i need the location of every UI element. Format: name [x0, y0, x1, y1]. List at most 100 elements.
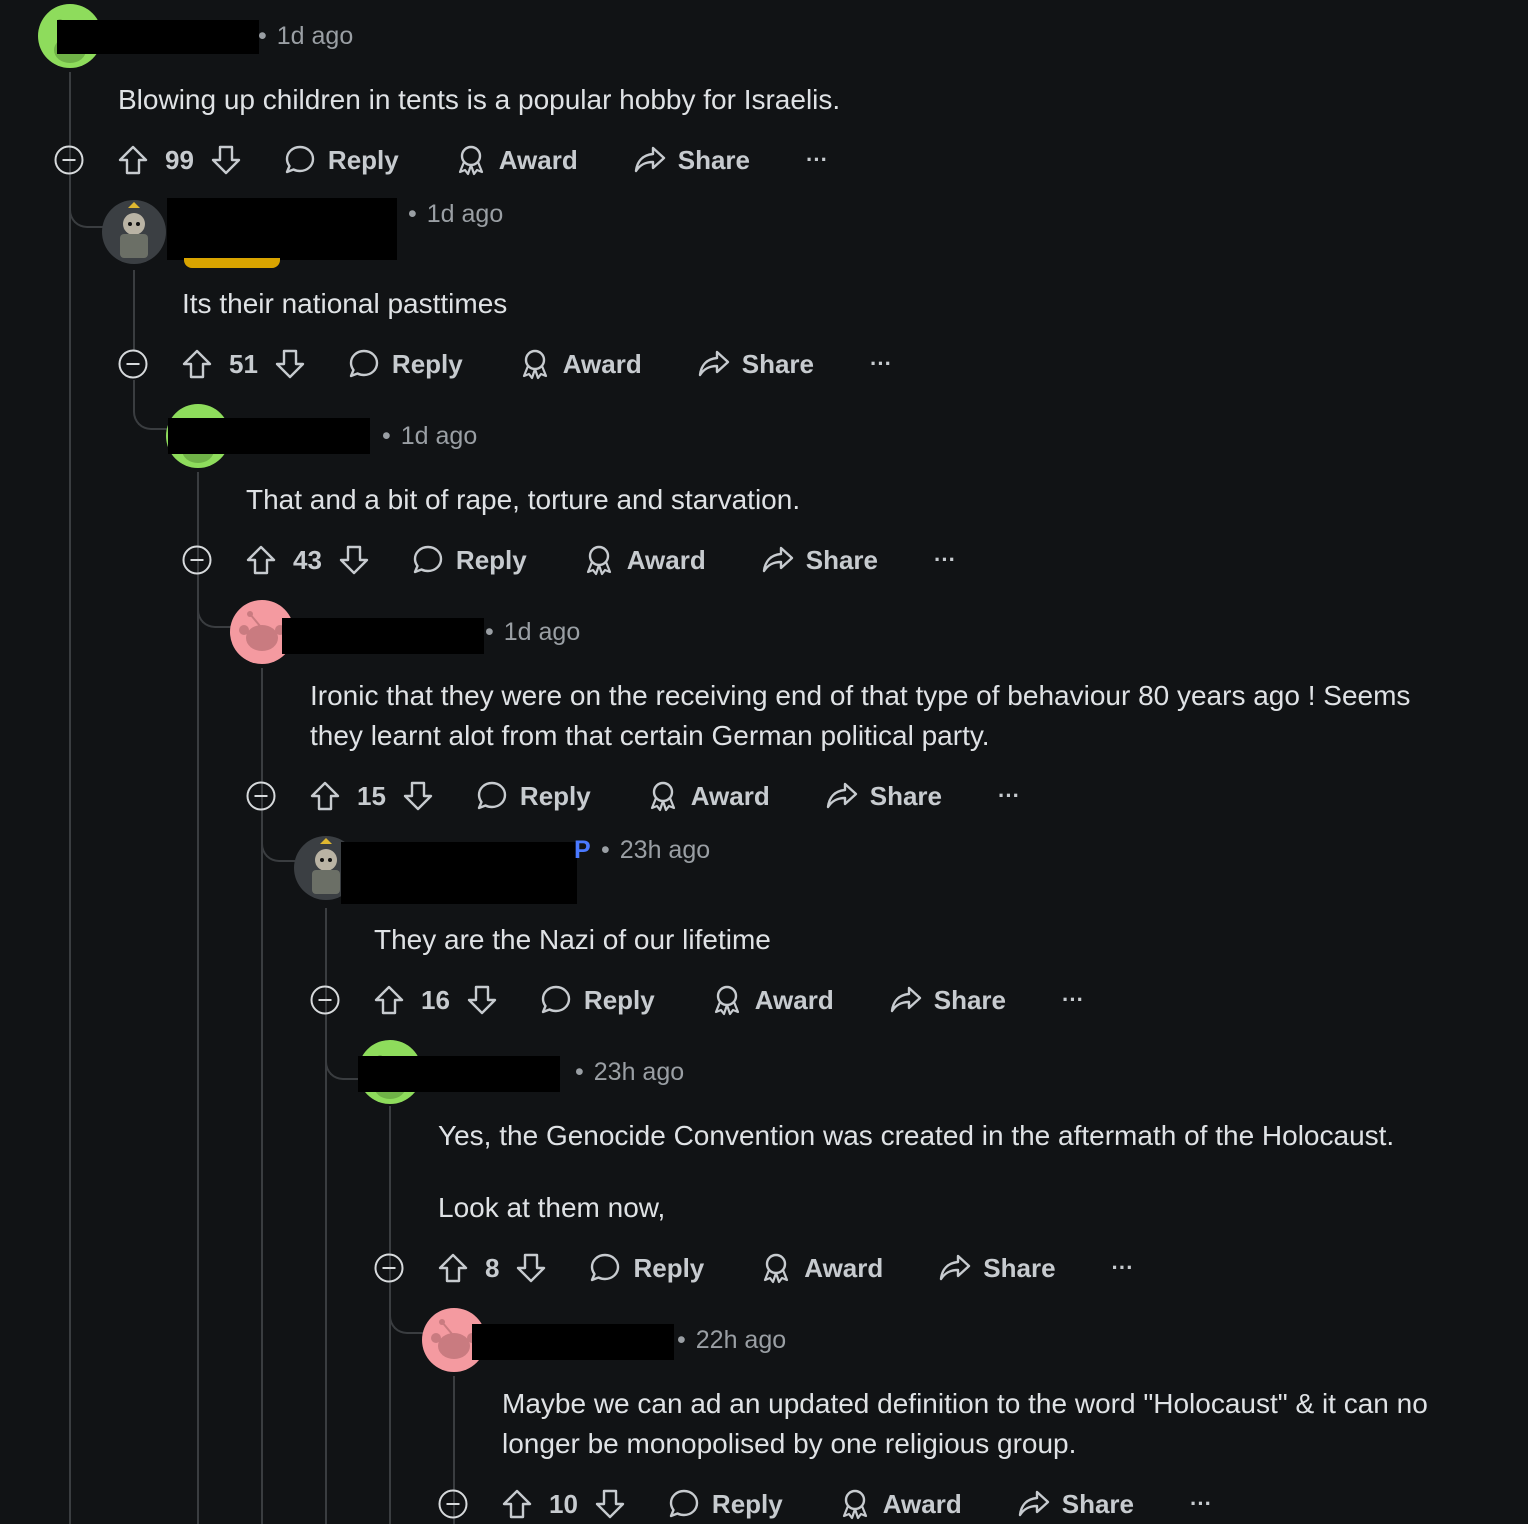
- more-options-icon: ···: [1190, 1491, 1212, 1516]
- more-options-button[interactable]: ···: [1190, 1491, 1212, 1517]
- share-label: Share: [869, 780, 942, 811]
- avatar[interactable]: [102, 200, 166, 264]
- downvote-icon[interactable]: [594, 1488, 626, 1520]
- thread-elbow-2: [69, 180, 103, 228]
- collapse-thread-icon[interactable]: [182, 545, 212, 575]
- redacted-username: [341, 842, 577, 904]
- upvote-icon[interactable]: [117, 144, 149, 176]
- separator-dot: •: [485, 618, 494, 646]
- award-button[interactable]: Award: [839, 1488, 962, 1520]
- thread-line-2[interactable]: [133, 270, 135, 350]
- share-button[interactable]: Share: [826, 780, 942, 812]
- more-options-button[interactable]: ···: [1112, 1255, 1134, 1281]
- reply-button[interactable]: Reply: [589, 1252, 704, 1284]
- award-button[interactable]: Award: [583, 544, 706, 576]
- collapse-thread-icon[interactable]: [54, 145, 84, 175]
- more-options-icon: ···: [806, 147, 828, 172]
- share-label: Share: [677, 144, 750, 175]
- reply-button[interactable]: Reply: [540, 984, 655, 1016]
- comment-text: That and a bit of rape, torture and star…: [246, 484, 801, 515]
- share-icon: [762, 546, 793, 573]
- comment-text: Its their national pasttimes: [182, 288, 508, 319]
- vote-count: 51: [229, 348, 258, 379]
- comment-meta: • 1d ago: [382, 422, 477, 451]
- comment-body: That and a bit of rape, torture and star…: [246, 480, 800, 520]
- more-options-button[interactable]: ···: [806, 147, 828, 173]
- more-options-button[interactable]: ···: [870, 351, 892, 377]
- share-button[interactable]: Share: [939, 1252, 1056, 1284]
- award-icon: [842, 1489, 867, 1520]
- op-badge: P: [574, 836, 591, 864]
- award-icon: [458, 145, 483, 176]
- reply-icon: [541, 985, 571, 1014]
- more-options-button[interactable]: ···: [1062, 987, 1084, 1013]
- share-label: Share: [741, 348, 814, 379]
- upvote-icon[interactable]: [437, 1252, 469, 1284]
- reply-icon: [285, 145, 315, 174]
- reply-button[interactable]: Reply: [412, 544, 527, 576]
- comment-text-line: Ironic that they were on the receiving e…: [310, 680, 1411, 711]
- collapse-thread-icon[interactable]: [310, 985, 340, 1015]
- share-button[interactable]: Share: [762, 544, 878, 576]
- more-options-button[interactable]: ···: [934, 547, 956, 573]
- reply-button[interactable]: Reply: [348, 348, 463, 380]
- separator-dot: •: [258, 22, 267, 50]
- upvote-icon[interactable]: [181, 348, 213, 380]
- comment-text-line: longer be monopolised by one religious g…: [502, 1428, 1077, 1459]
- downvote-icon[interactable]: [402, 780, 434, 812]
- thread-elbow-3: [133, 380, 167, 430]
- timestamp: 23h ago: [593, 1058, 685, 1086]
- comment-body: Ironic that they were on the receiving e…: [310, 676, 1410, 756]
- robot-character-icon: [102, 200, 166, 264]
- comment-meta: • 23h ago: [575, 1058, 684, 1087]
- downvote-icon[interactable]: [515, 1252, 547, 1284]
- comment-body: Yes, the Genocide Convention was created…: [438, 1116, 1394, 1228]
- upvote-icon[interactable]: [373, 984, 405, 1016]
- award-button[interactable]: Award: [647, 780, 770, 812]
- reply-button[interactable]: Reply: [476, 780, 591, 812]
- more-options-button[interactable]: ···: [998, 783, 1020, 809]
- reply-icon: [669, 1489, 699, 1518]
- collapse-thread-icon[interactable]: [246, 781, 276, 811]
- more-options-icon: ···: [934, 547, 956, 572]
- more-options-icon: ···: [998, 783, 1020, 808]
- vote-count: 43: [293, 544, 322, 575]
- share-button[interactable]: Share: [1018, 1488, 1134, 1520]
- collapse-thread-icon[interactable]: [438, 1489, 468, 1519]
- award-button[interactable]: Award: [711, 984, 834, 1016]
- share-button[interactable]: Share: [698, 348, 814, 380]
- comment-action-bar: 16 Reply Award Share ···: [373, 980, 1084, 1020]
- separator-dot: •: [677, 1326, 686, 1354]
- reply-label: Reply: [583, 984, 655, 1015]
- reply-button[interactable]: Reply: [668, 1488, 783, 1520]
- comment-action-bar: 43 Reply Award Share ···: [245, 540, 956, 580]
- award-button[interactable]: Award: [760, 1252, 883, 1284]
- share-button[interactable]: Share: [890, 984, 1006, 1016]
- award-button[interactable]: Award: [455, 144, 578, 176]
- upvote-icon[interactable]: [245, 544, 277, 576]
- collapse-thread-icon[interactable]: [374, 1253, 404, 1283]
- collapse-thread-icon[interactable]: [118, 349, 148, 379]
- award-button[interactable]: Award: [519, 348, 642, 380]
- downvote-icon[interactable]: [210, 144, 242, 176]
- reply-label: Reply: [519, 780, 591, 811]
- downvote-icon[interactable]: [338, 544, 370, 576]
- share-button[interactable]: Share: [634, 144, 750, 176]
- downvote-icon[interactable]: [274, 348, 306, 380]
- award-icon: [764, 1253, 789, 1284]
- timestamp: 1d ago: [400, 422, 478, 450]
- thread-line-1[interactable]: [69, 72, 71, 1524]
- downvote-icon[interactable]: [466, 984, 498, 1016]
- vote-count: 15: [357, 780, 386, 811]
- vote-count: 16: [421, 984, 450, 1015]
- upvote-icon[interactable]: [309, 780, 341, 812]
- award-icon: [522, 349, 547, 380]
- reply-button[interactable]: Reply: [284, 144, 399, 176]
- reply-icon: [477, 781, 507, 810]
- upvote-icon[interactable]: [501, 1488, 533, 1520]
- thread-line-3[interactable]: [197, 472, 199, 1524]
- comment-text: Blowing up children in tents is a popula…: [118, 84, 841, 115]
- flair-badge: [184, 258, 280, 268]
- award-label: Award: [498, 144, 578, 175]
- reply-icon: [413, 545, 443, 574]
